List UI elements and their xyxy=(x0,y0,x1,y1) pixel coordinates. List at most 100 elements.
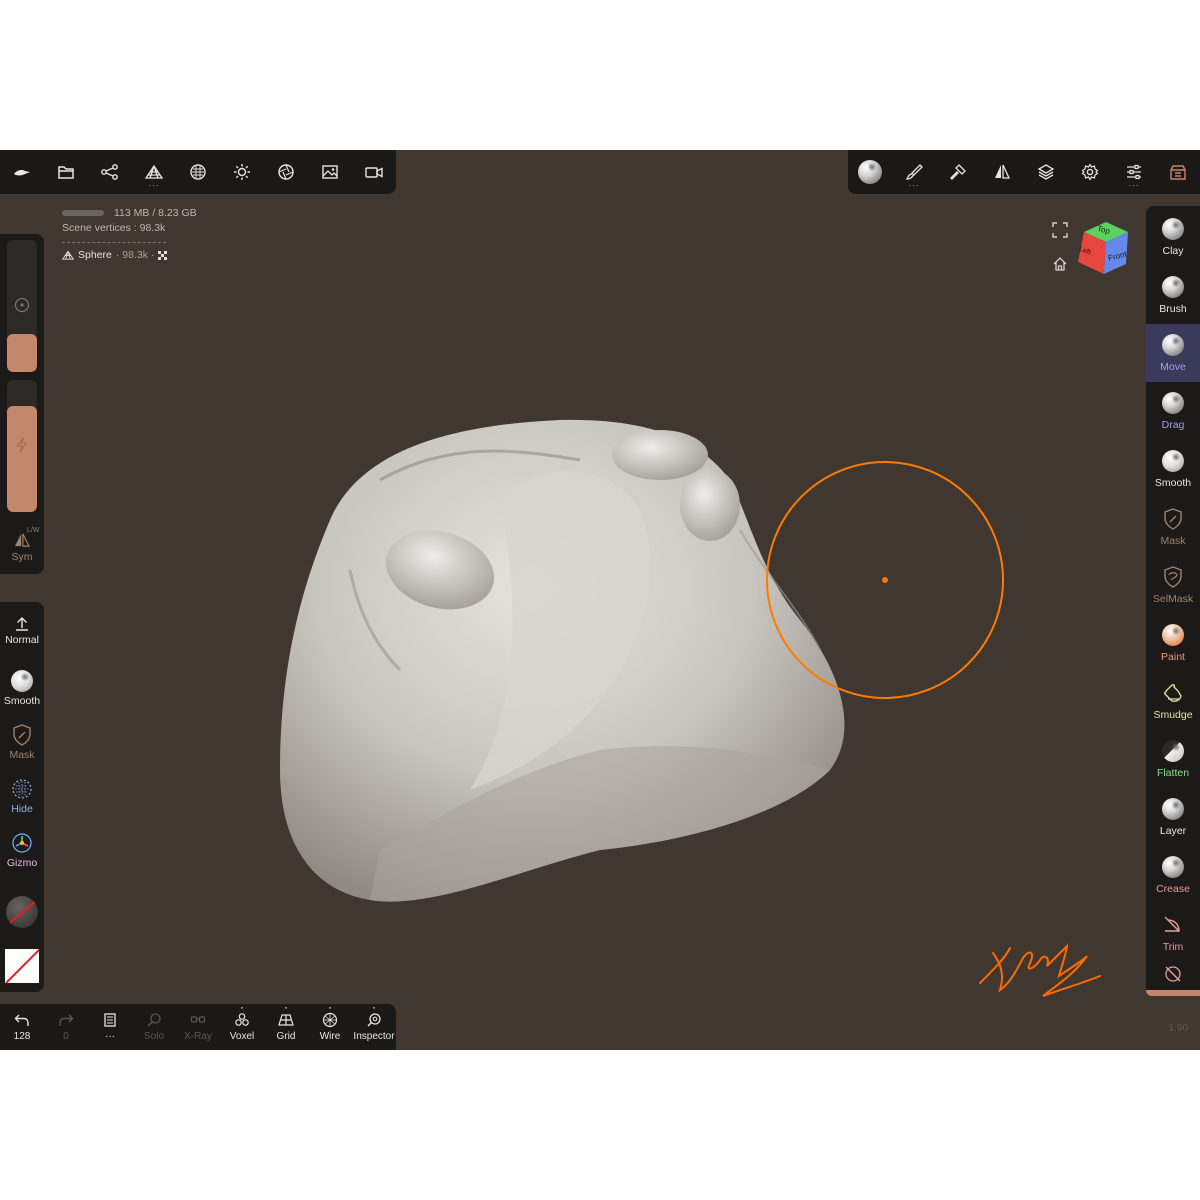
crease-ball-icon xyxy=(1162,855,1184,878)
gizmo-icon xyxy=(12,832,32,853)
tool-paint[interactable]: Paint xyxy=(1146,614,1200,672)
selected-object[interactable]: Sphere · 98.3k · xyxy=(62,249,197,261)
object-name: Sphere xyxy=(78,249,112,261)
material-sphere-icon xyxy=(190,164,206,180)
tool-selmask[interactable]: SelMask xyxy=(1146,556,1200,614)
redo-button[interactable]: 0 xyxy=(44,1004,88,1050)
solo-button[interactable]: Solo xyxy=(132,1004,176,1050)
sculpt-mesh[interactable] xyxy=(280,419,845,902)
xray-glasses-icon xyxy=(190,1016,206,1023)
symmetry-toggle[interactable]: L/W Sym xyxy=(0,526,44,570)
scene-button[interactable] xyxy=(88,150,132,194)
lighting-button[interactable] xyxy=(220,150,264,194)
logo-button[interactable] xyxy=(0,150,44,194)
disabled-slash xyxy=(5,949,39,983)
voxel-button[interactable]: ▪ Voxel xyxy=(220,1004,264,1050)
disabled-slash xyxy=(6,897,38,927)
material-button[interactable] xyxy=(176,150,220,194)
normal-tool[interactable]: Normal xyxy=(0,604,44,656)
hammer-icon xyxy=(950,164,966,180)
mask-tool[interactable]: Mask xyxy=(0,716,44,768)
paint-color-swatch[interactable] xyxy=(0,882,44,942)
selmask-shield-icon xyxy=(1164,565,1182,588)
tick-mark: ▪ xyxy=(328,1005,332,1012)
clay-ball-icon xyxy=(1162,217,1184,240)
undo-count: 128 xyxy=(13,1031,31,1042)
inspector-magnifier-icon xyxy=(367,1013,381,1027)
record-button[interactable] xyxy=(352,150,396,194)
wire-label: Wire xyxy=(319,1031,341,1042)
tool-drag[interactable]: Drag xyxy=(1146,382,1200,440)
brush-ball-icon xyxy=(1162,275,1184,298)
tool-crease[interactable]: Crease xyxy=(1146,846,1200,904)
files-button[interactable] xyxy=(44,150,88,194)
voxel-label: Voxel xyxy=(229,1031,255,1042)
smooth-label: Smooth xyxy=(1154,476,1192,489)
bottom-toolbar: 128 0 ··· Solo X-Ray ▪ Voxel ▪ Grid ▪ Wi… xyxy=(0,1004,396,1050)
history-button[interactable]: ··· xyxy=(88,1004,132,1050)
tools-button[interactable] xyxy=(936,150,980,194)
symmetry-superscript: L/W xyxy=(27,527,40,534)
background-button[interactable] xyxy=(308,150,352,194)
camera-button[interactable] xyxy=(264,150,308,194)
viewport[interactable] xyxy=(0,150,1200,1050)
top-toolbar-right: ··· ··· xyxy=(848,150,1200,194)
inspector-button[interactable]: ▪ Inspector xyxy=(352,1004,396,1050)
video-camera-icon xyxy=(365,167,383,178)
layers-button[interactable] xyxy=(1024,150,1068,194)
smooth-tool[interactable]: Smooth xyxy=(0,662,44,714)
left-tool-column: Normal Smooth Mask Hide Gizmo xyxy=(0,602,44,992)
brush-cursor xyxy=(766,461,1004,699)
wire-button[interactable]: ▪ Wire xyxy=(308,1004,352,1050)
layers-icon xyxy=(1037,164,1055,180)
mask-shield-icon xyxy=(1164,507,1182,530)
flatten-label: Flatten xyxy=(1156,766,1190,779)
solo-search-icon xyxy=(147,1013,161,1027)
folder-icon xyxy=(58,166,74,179)
home-icon[interactable] xyxy=(1052,256,1068,272)
gizmo-label: Gizmo xyxy=(6,856,38,869)
tool-clay[interactable]: Clay xyxy=(1146,208,1200,266)
tool-flatten[interactable]: Flatten xyxy=(1146,730,1200,788)
xray-button[interactable]: X-Ray xyxy=(176,1004,220,1050)
history-stack-icon xyxy=(104,1013,116,1027)
layer-ball-icon xyxy=(1162,797,1184,820)
clay-label: Clay xyxy=(1162,244,1184,257)
radius-slider[interactable] xyxy=(7,240,37,372)
gizmo-tool[interactable]: Gizmo xyxy=(0,824,44,876)
intensity-slider[interactable] xyxy=(7,380,37,512)
material-preview-button[interactable] xyxy=(848,150,892,194)
vertices-label: Scene vertices : xyxy=(62,222,137,234)
shop-button[interactable] xyxy=(1156,150,1200,194)
checker-icon xyxy=(158,250,168,260)
inspector-label: Inspector xyxy=(353,1031,395,1042)
view-cube[interactable]: Top Front Left xyxy=(1074,218,1130,278)
tool-disabled[interactable] xyxy=(1146,954,1200,994)
tool-smooth[interactable]: Smooth xyxy=(1146,440,1200,498)
mask-label: Mask xyxy=(1160,534,1186,547)
fullscreen-icon[interactable] xyxy=(1052,222,1068,238)
roughness-swatch[interactable] xyxy=(0,940,44,992)
tool-shop-icon xyxy=(1170,165,1186,180)
grid-label: Grid xyxy=(276,1031,296,1042)
move-ball-icon xyxy=(1162,333,1184,356)
smooth-ball-icon xyxy=(1162,449,1184,472)
smooth-ball-icon xyxy=(11,669,33,692)
memory-text: 113 MB / 8.23 GB xyxy=(114,207,197,219)
tool-smudge[interactable]: Smudge xyxy=(1146,672,1200,730)
undo-button[interactable]: 128 xyxy=(0,1004,44,1050)
tool-brush[interactable]: Brush xyxy=(1146,266,1200,324)
wireframe-icon xyxy=(322,1012,338,1028)
tool-mask[interactable]: Mask xyxy=(1146,498,1200,556)
tool-move[interactable]: Move xyxy=(1146,324,1200,382)
stroke-button[interactable]: ··· xyxy=(892,150,936,194)
settings-gear-icon xyxy=(1081,163,1099,181)
topology-button[interactable]: ··· xyxy=(132,150,176,194)
tool-layer[interactable]: Layer xyxy=(1146,788,1200,846)
right-column-accent xyxy=(1146,990,1200,996)
settings-button[interactable] xyxy=(1068,150,1112,194)
hide-tool[interactable]: Hide xyxy=(0,770,44,822)
interface-button[interactable]: ··· xyxy=(1112,150,1156,194)
symmetry-button[interactable] xyxy=(980,150,1024,194)
grid-button[interactable]: ▪ Grid xyxy=(264,1004,308,1050)
